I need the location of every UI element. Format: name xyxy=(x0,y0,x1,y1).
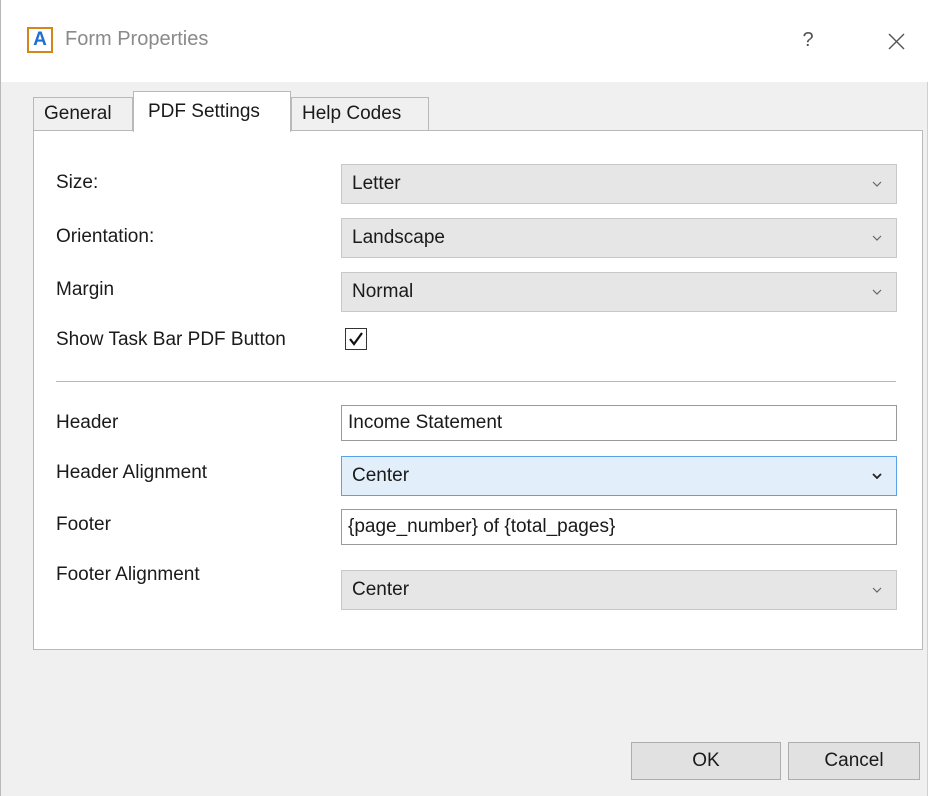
help-button[interactable]: ? xyxy=(793,26,823,54)
header-label: Header xyxy=(56,412,119,433)
header-input-value: Income Statement xyxy=(348,412,503,433)
checkmark-icon xyxy=(349,332,363,346)
section-divider xyxy=(56,381,896,382)
chevron-down-icon xyxy=(870,273,884,311)
size-select-value: Letter xyxy=(352,173,401,194)
margin-label: Margin xyxy=(56,279,115,300)
size-select[interactable]: Letter xyxy=(341,164,897,204)
margin-select[interactable]: Normal xyxy=(341,272,897,312)
orientation-select-value: Landscape xyxy=(352,227,445,248)
size-label: Size: xyxy=(56,172,99,193)
footer-label: Footer xyxy=(56,514,111,535)
footer-alignment-label: Footer Alignment xyxy=(56,564,200,585)
app-icon: A xyxy=(27,27,53,53)
chevron-down-icon xyxy=(870,165,884,203)
title-bar: A Form Properties ? xyxy=(1,0,928,82)
tab-pdf-settings[interactable]: PDF Settings xyxy=(133,91,291,132)
form-properties-dialog: A Form Properties ? General PDF Settings… xyxy=(0,0,928,796)
header-alignment-label: Header Alignment xyxy=(56,462,208,483)
orientation-label: Orientation: xyxy=(56,226,155,247)
margin-select-value: Normal xyxy=(352,281,414,302)
chevron-down-icon xyxy=(870,457,884,495)
header-alignment-select[interactable]: Center xyxy=(341,456,897,496)
header-input[interactable]: Income Statement xyxy=(341,405,897,441)
window-title: Form Properties xyxy=(65,28,209,50)
footer-alignment-select[interactable]: Center xyxy=(341,570,897,610)
tab-general-label: General xyxy=(44,103,112,124)
footer-input-value: {page_number} of {total_pages} xyxy=(348,516,616,537)
footer-alignment-select-value: Center xyxy=(352,579,410,600)
show-taskbar-pdf-button-label: Show Task Bar PDF Button xyxy=(56,329,286,350)
tab-pdf-settings-label: PDF Settings xyxy=(148,101,260,122)
chevron-down-icon xyxy=(870,571,884,609)
tab-general[interactable]: General xyxy=(33,97,133,131)
tab-help-codes-label: Help Codes xyxy=(302,103,402,124)
ok-button[interactable]: OK xyxy=(631,742,781,780)
show-taskbar-pdf-button-checkbox[interactable] xyxy=(345,328,367,350)
tab-help-codes[interactable]: Help Codes xyxy=(291,97,429,131)
close-button[interactable] xyxy=(879,24,913,58)
chevron-down-icon xyxy=(870,219,884,257)
cancel-button[interactable]: Cancel xyxy=(788,742,920,780)
pdf-settings-panel: Size: Letter Orientation: Landscape Marg… xyxy=(33,130,923,650)
footer-input[interactable]: {page_number} of {total_pages} xyxy=(341,509,897,545)
orientation-select[interactable]: Landscape xyxy=(341,218,897,258)
close-icon xyxy=(888,33,905,50)
header-alignment-select-value: Center xyxy=(352,465,410,486)
